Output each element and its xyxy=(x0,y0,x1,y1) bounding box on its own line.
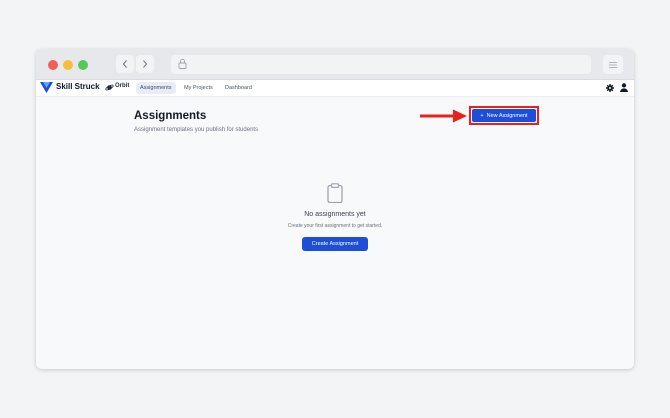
minimize-window-button[interactable] xyxy=(63,60,73,70)
empty-state-subtitle: Create your first assignment to get star… xyxy=(287,223,383,229)
chevron-right-icon xyxy=(143,60,148,68)
maximize-window-button[interactable] xyxy=(78,60,88,70)
clipboard-icon xyxy=(327,183,343,203)
tab-assignments[interactable]: Assignments xyxy=(136,82,176,94)
user-icon[interactable] xyxy=(620,83,628,92)
brand-name[interactable]: Skill Struck xyxy=(56,82,100,91)
back-button[interactable] xyxy=(116,55,134,73)
product-name: Orbit xyxy=(115,83,130,89)
browser-window: Skill Struck Orbit Assignments My Projec… xyxy=(36,49,634,369)
new-assignment-label: New Assignment xyxy=(486,112,528,119)
create-assignment-button[interactable]: Create Assignment xyxy=(302,237,368,251)
red-arrow-icon xyxy=(420,109,467,123)
gear-icon[interactable] xyxy=(606,84,614,92)
browser-chrome xyxy=(36,49,634,80)
plus-icon: + xyxy=(480,112,484,119)
app-navbar: Skill Struck Orbit Assignments My Projec… xyxy=(36,80,634,97)
forward-button[interactable] xyxy=(136,55,154,73)
lock-icon xyxy=(178,58,187,69)
browser-menu-button[interactable] xyxy=(603,55,623,74)
skill-struck-logo-icon[interactable] xyxy=(40,82,53,93)
tab-dashboard[interactable]: Dashboard xyxy=(221,82,256,94)
page-title: Assignments xyxy=(134,110,207,122)
tab-my-projects[interactable]: My Projects xyxy=(180,82,217,94)
page-subtitle: Assignment templates you publish for stu… xyxy=(134,127,259,133)
orbit-icon xyxy=(105,84,114,91)
address-bar[interactable] xyxy=(171,55,591,74)
hamburger-icon xyxy=(609,61,617,68)
chevron-left-icon xyxy=(122,60,127,68)
new-assignment-button[interactable]: + New Assignment xyxy=(472,109,536,122)
empty-state-title: No assignments yet xyxy=(304,211,366,218)
close-window-button[interactable] xyxy=(48,60,58,70)
